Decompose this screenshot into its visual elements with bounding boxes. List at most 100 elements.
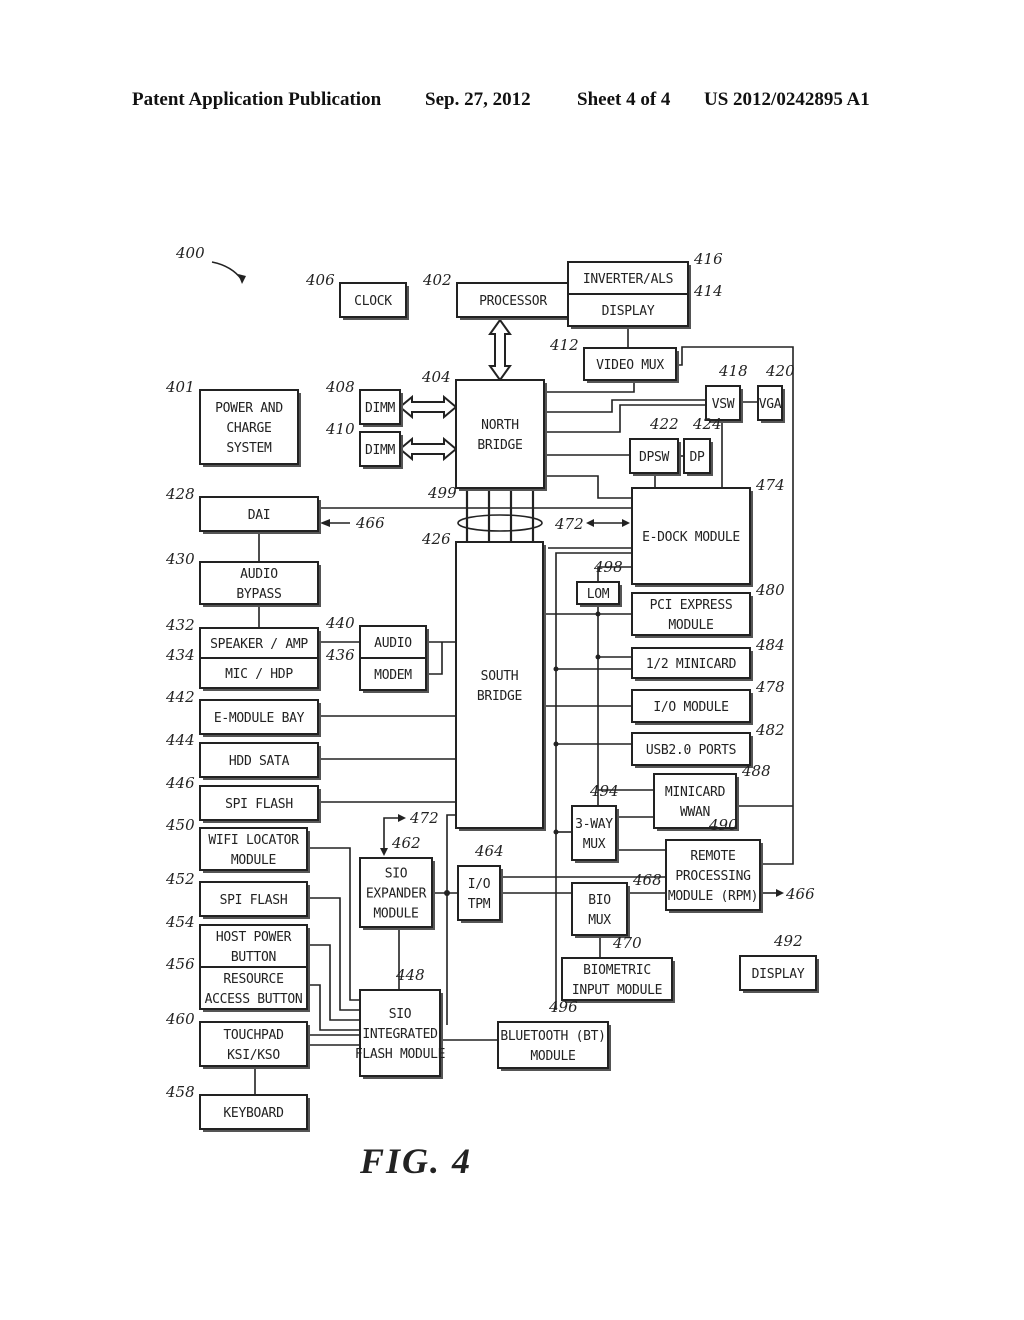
edock-link-ref-472: 472 — [554, 515, 584, 533]
reference-numeral: 444 — [165, 731, 195, 749]
reference-numeral: 412 — [549, 336, 579, 354]
reference-numeral: 410 — [325, 420, 355, 438]
block-label: SPI FLASH — [220, 893, 288, 908]
block-bluetooth: BLUETOOTH (BT) MODULE 496 — [497, 998, 611, 1071]
block-label: BYPASS — [236, 587, 281, 602]
block-spi-flash2: SPI FLASH 452 — [165, 870, 310, 919]
block-label: KSI/KSO — [227, 1048, 280, 1063]
dimm-bus-arrow-1 — [398, 394, 458, 420]
block-label: BIO — [588, 893, 611, 908]
reference-numeral: 426 — [421, 530, 451, 548]
block-biometric: BIOMETRIC INPUT MODULE 470 — [561, 934, 675, 1003]
block-label: MODULE — [668, 618, 713, 633]
block-bio-mux: BIO MUX 468 — [571, 871, 662, 938]
reference-numeral: 434 — [165, 646, 195, 664]
reference-numeral: 468 — [632, 871, 662, 889]
block-video-mux: VIDEO MUX 412 — [549, 336, 679, 383]
block-label: MIC / HDP — [225, 667, 293, 682]
block-label: MODULE — [373, 907, 418, 922]
block-label: PROCESSING — [675, 869, 751, 884]
reference-numeral: 401 — [165, 378, 195, 396]
block-label: MUX — [583, 837, 606, 852]
reference-numeral: 490 — [708, 816, 738, 834]
reference-numeral: 474 — [755, 476, 785, 494]
block-label: INVERTER/ALS — [583, 272, 673, 287]
reference-numeral: 492 — [773, 932, 803, 950]
block-keyboard: KEYBOARD 458 — [165, 1083, 310, 1132]
reference-numeral: 450 — [165, 816, 195, 834]
block-label: I/O — [468, 877, 491, 892]
block-audio-bypass: AUDIO BYPASS 430 — [165, 550, 321, 607]
block-label: TOUCHPAD — [223, 1028, 284, 1043]
dimm-bus-arrow-2 — [398, 436, 458, 462]
block-label: E-DOCK MODULE — [642, 530, 740, 545]
reference-numeral: 442 — [165, 688, 195, 706]
block-label: BLUETOOTH (BT) — [500, 1029, 605, 1044]
block-label: TPM — [468, 897, 491, 912]
reference-numeral: 480 — [755, 581, 785, 599]
block-label: CLOCK — [354, 294, 392, 309]
block-label: DISPLAY — [602, 304, 655, 319]
block-label: LOM — [587, 587, 610, 602]
rpm-output-ref-466: 466 — [785, 885, 815, 903]
reference-numeral: 482 — [755, 721, 785, 739]
block-label: DISPLAY — [752, 967, 805, 982]
block-processor: PROCESSOR 402 — [422, 271, 572, 320]
block-diagram: CLOCK 406 PROCESSOR 402 INVERTER/ALS 416 DISPL… — [165, 244, 819, 1132]
block-label: BIOMETRIC — [583, 963, 651, 978]
block-label: EXPANDER — [366, 887, 427, 902]
block-label: MUX — [588, 913, 611, 928]
block-vsw: VSW 418 — [705, 362, 748, 423]
block-touchpad: TOUCHPAD KSI/KSO 460 — [165, 1010, 310, 1069]
block-label: DP — [689, 450, 705, 465]
block-dpsw: DPSW 422 — [629, 415, 681, 476]
block-label: SYSTEM — [226, 441, 272, 456]
block-display-492: DISPLAY 492 — [739, 932, 819, 993]
block-clock: CLOCK 406 — [305, 271, 409, 320]
reference-numeral: 436 — [325, 646, 355, 664]
block-label: INTEGRATED — [362, 1027, 438, 1042]
block-north-bridge: NORTH BRIDGE 404 — [421, 368, 547, 491]
block-label: PCI EXPRESS — [650, 598, 733, 613]
block-label: REMOTE — [690, 849, 735, 864]
reference-numeral: 452 — [165, 870, 195, 888]
block-label: HDD SATA — [229, 754, 290, 769]
block-usb: USB2.0 PORTS 482 — [631, 721, 785, 768]
block-label: USB2.0 PORTS — [646, 743, 736, 758]
block-sio-expander: SIO EXPANDER MODULE 462 — [359, 834, 435, 930]
block-label: MODULE — [530, 1049, 575, 1064]
reference-numeral: 470 — [612, 934, 642, 952]
block-label: MODEM — [374, 668, 412, 683]
block-label: MODULE — [231, 853, 276, 868]
figure-caption: FIG. 4 — [360, 1141, 473, 1181]
block-lom: LOM 498 — [576, 558, 623, 607]
bus-ref-499: 499 — [427, 484, 457, 502]
block-label: AUDIO — [374, 636, 412, 651]
block-vga: VGA 420 — [757, 362, 795, 423]
block-label: DIMM — [365, 443, 396, 458]
block-label: I/O MODULE — [653, 700, 728, 715]
block-label: BRIDGE — [477, 438, 522, 453]
blocks-layer: CLOCK 406 PROCESSOR 402 INVERTER/ALS 416 DISPL… — [165, 250, 819, 1132]
block-label: MODULE (RPM) — [668, 889, 758, 904]
reference-numeral: 428 — [165, 485, 195, 503]
block-hdd-sata: HDD SATA 444 — [165, 731, 321, 780]
block-label: SPI FLASH — [225, 797, 293, 812]
block-south-bridge: SOUTH BRIDGE 426 — [421, 530, 546, 831]
block-edock: E-DOCK MODULE 474 — [631, 476, 785, 587]
reference-numeral: 454 — [165, 913, 195, 931]
block-three-way: 3-WAY MUX 494 — [571, 782, 619, 863]
reference-numeral: 432 — [165, 616, 195, 634]
reference-numeral: 488 — [741, 762, 771, 780]
block-pci: PCI EXPRESS MODULE 480 — [631, 581, 785, 638]
block-dimm2: DIMM 410 — [325, 420, 403, 469]
sio-link-ref-472: 472 — [409, 809, 439, 827]
block-io-tpm: I/O TPM 464 — [457, 842, 504, 923]
block-wifi: WIFI LOCATOR MODULE 450 — [165, 816, 310, 873]
block-label: WIFI LOCATOR — [208, 833, 299, 848]
reference-numeral: 462 — [391, 834, 421, 852]
block-label: MINICARD — [665, 785, 726, 800]
block-io-module: I/O MODULE 478 — [631, 678, 785, 725]
block-label: 3-WAY — [575, 817, 613, 832]
processor-bus-arrow — [488, 318, 512, 382]
